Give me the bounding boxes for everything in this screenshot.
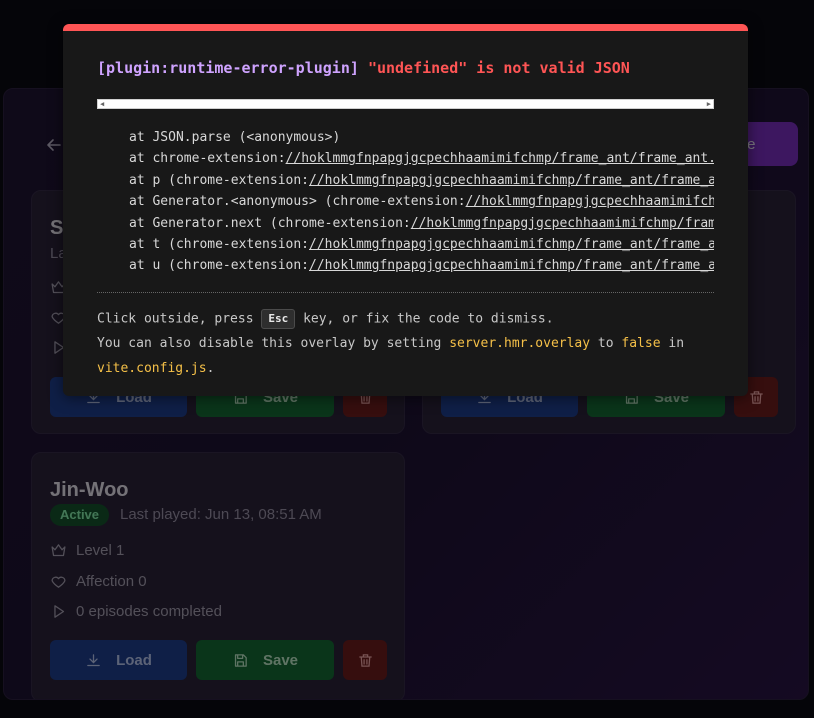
stack-line: at Generator.next (chrome-extension://ho…: [97, 213, 714, 234]
stack-line: at JSON.parse (<anonymous>): [129, 130, 341, 145]
file-link[interactable]: //hoklmmgfnpapgjgcpechhaamimifchmp/frame…: [309, 173, 714, 188]
stack-line: at chrome-extension://hoklmmgfnpapgjgcpe…: [97, 148, 714, 169]
stack-line: at Generator.<anonymous> (chrome-extensi…: [97, 191, 714, 212]
config-file: vite.config.js: [97, 361, 207, 376]
disable-tip: You can also disable this overlay by set…: [97, 336, 685, 351]
file-link[interactable]: //hoklmmgfnpapgjgcpechhaamimifchmp/frame…: [411, 216, 714, 231]
scroll-left-icon[interactable]: ◀: [100, 101, 104, 108]
stack-line: at t (chrome-extension://hoklmmgfnpapgjg…: [97, 234, 714, 255]
config-value: false: [621, 336, 661, 351]
esc-key: Esc: [261, 309, 296, 329]
error-plugin: [plugin:runtime-error-plugin]: [97, 59, 359, 77]
stack-trace: at JSON.parse (<anonymous>) at chrome-ex…: [97, 127, 714, 277]
config-file-tip: vite.config.js.: [97, 361, 215, 376]
horizontal-scrollbar[interactable]: ◀ ▶: [97, 99, 714, 109]
stack-line: at u (chrome-extension://hoklmmgfnpapgjg…: [97, 255, 714, 276]
dismiss-tip: Click outside, press Esc key, or fix the…: [97, 309, 554, 329]
file-link[interactable]: //hoklmmgfnpapgjgcpechhaamimifchmp/frame…: [309, 258, 714, 273]
file-link[interactable]: //hoklmmgfnpapgjgcpechhaamimifchmp/frame…: [466, 194, 714, 209]
stack-line: at p (chrome-extension://hoklmmgfnpapgjg…: [97, 170, 714, 191]
error-header: [plugin:runtime-error-plugin] "undefined…: [97, 59, 630, 77]
file-link[interactable]: //hoklmmgfnpapgjgcpechhaamimifchmp/frame…: [286, 151, 714, 166]
error-message: "undefined" is not valid JSON: [367, 59, 630, 77]
divider: [97, 292, 714, 293]
file-link[interactable]: //hoklmmgfnpapgjgcpechhaamimifchmp/frame…: [309, 237, 714, 252]
config-option: server.hmr.overlay: [449, 336, 591, 351]
error-overlay: [plugin:runtime-error-plugin] "undefined…: [63, 24, 748, 396]
scroll-right-icon[interactable]: ▶: [707, 101, 711, 108]
